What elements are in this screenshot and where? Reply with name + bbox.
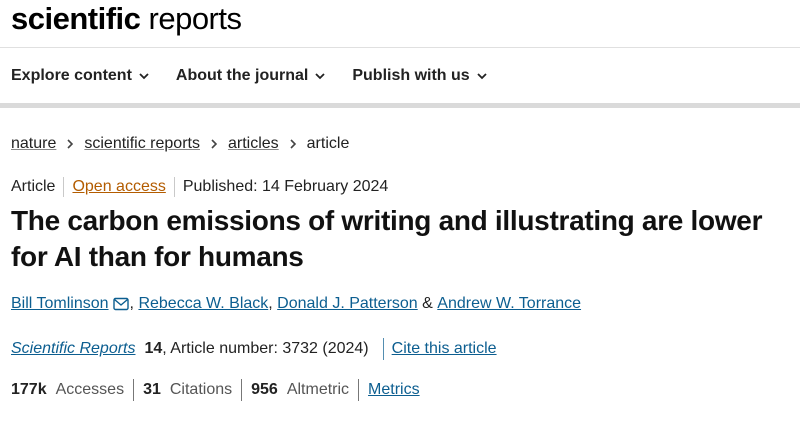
breadcrumb-current: article <box>306 135 350 152</box>
metrics-link[interactable]: Metrics <box>368 381 420 399</box>
citation-line: Scientific Reports 14 , Article number: … <box>0 338 800 360</box>
header-logo-bar: scientific reports <box>0 0 800 48</box>
meta-divider <box>63 177 65 197</box>
article-number: , Article number: 3732 (2024) <box>162 340 369 357</box>
author-separator: , <box>268 295 273 312</box>
cite-article-link[interactable]: Cite this article <box>392 340 497 358</box>
nav-about-journal[interactable]: About the journal <box>176 67 325 85</box>
author-link-patterson[interactable]: Donald J. Patterson <box>277 295 418 313</box>
citations-count: 31 <box>143 381 161 398</box>
article-type: Article <box>11 178 56 195</box>
chevron-right-icon <box>211 139 218 149</box>
chevron-down-icon <box>139 72 149 79</box>
citations-label: Citations <box>169 381 233 398</box>
author-ampersand: & <box>422 295 433 312</box>
journal-logo[interactable]: scientific reports <box>11 0 242 38</box>
metrics-divider <box>133 379 135 401</box>
author-link-black[interactable]: Rebecca W. Black <box>138 295 268 313</box>
citation-divider <box>382 338 384 360</box>
altmetric-score: 956 <box>251 381 278 398</box>
journal-name-link[interactable]: Scientific Reports <box>11 340 136 358</box>
article-title: The carbon emissions of writing and illu… <box>11 205 763 272</box>
author-link-tomlinson[interactable]: Bill Tomlinson <box>11 295 109 313</box>
author-separator: , <box>129 295 134 312</box>
author-list: Bill Tomlinson , Rebecca W. Black , Dona… <box>0 293 800 315</box>
article-metrics: 177k Accesses 31 Citations 956 Altmetric… <box>0 379 800 401</box>
metrics-divider <box>241 379 243 401</box>
chevron-right-icon <box>290 139 296 149</box>
open-access-link[interactable]: Open access <box>72 178 165 196</box>
nav-item-label: Publish with us <box>352 66 470 84</box>
meta-divider <box>173 177 175 197</box>
breadcrumb-nature[interactable]: nature <box>11 135 56 153</box>
nav-item-label: About the journal <box>175 66 309 84</box>
author-link-torrance[interactable]: Andrew W. Torrance <box>437 295 581 313</box>
breadcrumb-scientific-reports[interactable]: scientific reports <box>84 135 200 153</box>
altmetric-label: Altmetric <box>286 381 350 398</box>
breadcrumb-articles[interactable]: articles <box>228 135 279 153</box>
nav-publish-with-us[interactable]: Publish with us <box>352 66 487 85</box>
breadcrumb: nature scientific reports articles artic… <box>0 132 800 156</box>
envelope-icon[interactable] <box>112 297 129 311</box>
metrics-divider <box>358 379 360 401</box>
main-nav: Explore content About the journal Publis… <box>0 48 800 108</box>
article-meta: Article Open access Published: 14 Februa… <box>0 177 800 197</box>
logo-bold-text: scientific <box>11 1 141 36</box>
nav-item-label: Explore content <box>11 66 132 84</box>
chevron-right-icon <box>67 139 74 149</box>
accesses-count: 177k <box>11 381 47 398</box>
accesses-label: Accesses <box>55 381 125 398</box>
published-date: Published: 14 February 2024 <box>182 178 389 195</box>
logo-light-text: reports <box>148 1 242 36</box>
chevron-down-icon <box>315 72 325 79</box>
nav-explore-content[interactable]: Explore content <box>11 67 149 85</box>
chevron-down-icon <box>477 72 487 79</box>
journal-volume: 14 <box>144 340 163 357</box>
